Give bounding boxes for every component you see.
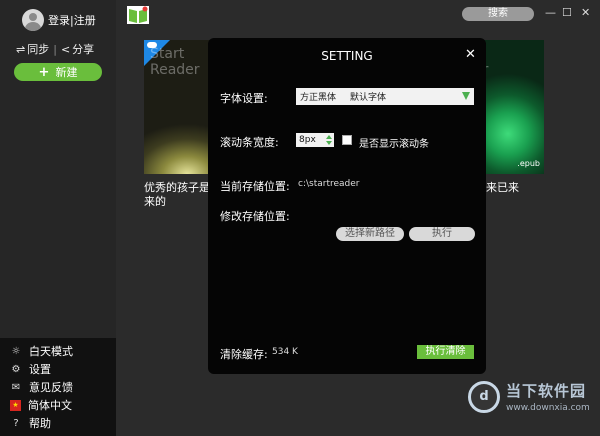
stepper-up-icon[interactable]: [326, 135, 332, 139]
share-button[interactable]: 分享: [72, 41, 94, 57]
help-icon: ?: [13, 417, 19, 429]
book-title[interactable]: 来已来: [486, 181, 519, 195]
book-title[interactable]: 优秀的孩子是 来的: [144, 181, 210, 209]
sync-share-row: ⇌ 同步 | < 分享: [16, 41, 94, 57]
menu-label: 设置: [29, 363, 51, 376]
scrollbar-width-value: 8px: [299, 135, 316, 145]
dialog-title: SETTING: [321, 49, 373, 63]
scrollbar-width-stepper[interactable]: 8px: [296, 133, 334, 147]
app-logo-icon: [127, 6, 149, 24]
watermark-logo-icon: d: [468, 380, 500, 413]
current-path-value: c:\startreader: [298, 179, 360, 189]
menu-help[interactable]: ? 帮助: [0, 414, 116, 432]
font-select[interactable]: 方正黑体 默认字体: [296, 88, 474, 105]
menu-label: 白天模式: [29, 345, 73, 358]
share-icon[interactable]: <: [61, 43, 70, 56]
minimize-button[interactable]: —: [545, 6, 556, 19]
stepper-down-icon[interactable]: [326, 141, 332, 145]
maximize-button[interactable]: ☐: [562, 6, 572, 19]
menu-label: 帮助: [29, 417, 51, 430]
menu-label: 意见反馈: [29, 381, 73, 394]
cover-title: Start Reader: [150, 46, 200, 78]
gear-icon: ⚙: [11, 363, 21, 375]
divider: |: [53, 42, 57, 56]
mail-icon: ✉: [11, 381, 21, 393]
plus-icon: +: [38, 64, 50, 80]
execute-button[interactable]: 执行: [409, 227, 475, 241]
search-button[interactable]: 搜索: [462, 7, 534, 21]
new-button[interactable]: + 新建: [14, 63, 102, 81]
menu-language[interactable]: ★ 简体中文: [0, 396, 116, 414]
font-default-value: 默认字体: [350, 93, 387, 103]
menu-day-mode[interactable]: ☼ 白天模式: [0, 342, 116, 360]
sidebar: 登录|注册 ⇌ 同步 | < 分享 + 新建 ☼ 白天模式 ⚙ 设置 ✉ 意见反…: [0, 0, 116, 436]
settings-dialog: SETTING ✕ 字体设置: 方正黑体 默认字体 滚动条宽度: 8px 是否显…: [208, 38, 486, 374]
login-register-link[interactable]: 登录|注册: [48, 12, 96, 28]
clear-cache-label: 清除缓存:: [220, 348, 268, 361]
show-scrollbar-label: 是否显示滚动条: [359, 139, 429, 150]
show-scrollbar-checkbox[interactable]: [342, 135, 352, 145]
book-cover[interactable]: Start Reader: [144, 40, 216, 174]
watermark-name: 当下软件园: [506, 382, 587, 400]
user-login[interactable]: 登录|注册: [22, 9, 96, 31]
china-flag-icon: ★: [10, 399, 21, 411]
sync-icon[interactable]: ⇌: [16, 43, 25, 56]
current-path-label: 当前存储位置:: [220, 180, 290, 193]
menu-settings[interactable]: ⚙ 设置: [0, 360, 116, 378]
cache-size-value: 534 K: [272, 347, 298, 357]
avatar-icon[interactable]: [22, 9, 44, 31]
font-setting-label: 字体设置:: [220, 92, 268, 105]
menu-feedback[interactable]: ✉ 意见反馈: [0, 378, 116, 396]
watermark: d 当下软件园 www.downxia.com: [468, 380, 590, 413]
close-icon[interactable]: ✕: [465, 47, 476, 62]
change-path-label: 修改存储位置:: [220, 210, 290, 223]
sun-icon: ☼: [11, 345, 21, 357]
watermark-url: www.downxia.com: [506, 403, 590, 413]
clear-cache-button[interactable]: 执行清除: [417, 345, 474, 359]
bottom-menu: ☼ 白天模式 ⚙ 设置 ✉ 意见反馈 ★ 简体中文 ? 帮助: [0, 338, 116, 436]
font-value: 方正黑体: [300, 93, 337, 103]
choose-path-button[interactable]: 选择新路径: [336, 227, 404, 241]
menu-label: 简体中文: [28, 399, 72, 412]
sync-button[interactable]: 同步: [27, 41, 49, 57]
format-badge: .epub: [517, 159, 540, 168]
new-button-label: 新建: [55, 66, 78, 79]
scrollbar-width-label: 滚动条宽度:: [220, 136, 279, 149]
chevron-down-icon[interactable]: [462, 92, 470, 100]
close-window-button[interactable]: ✕: [581, 6, 590, 19]
